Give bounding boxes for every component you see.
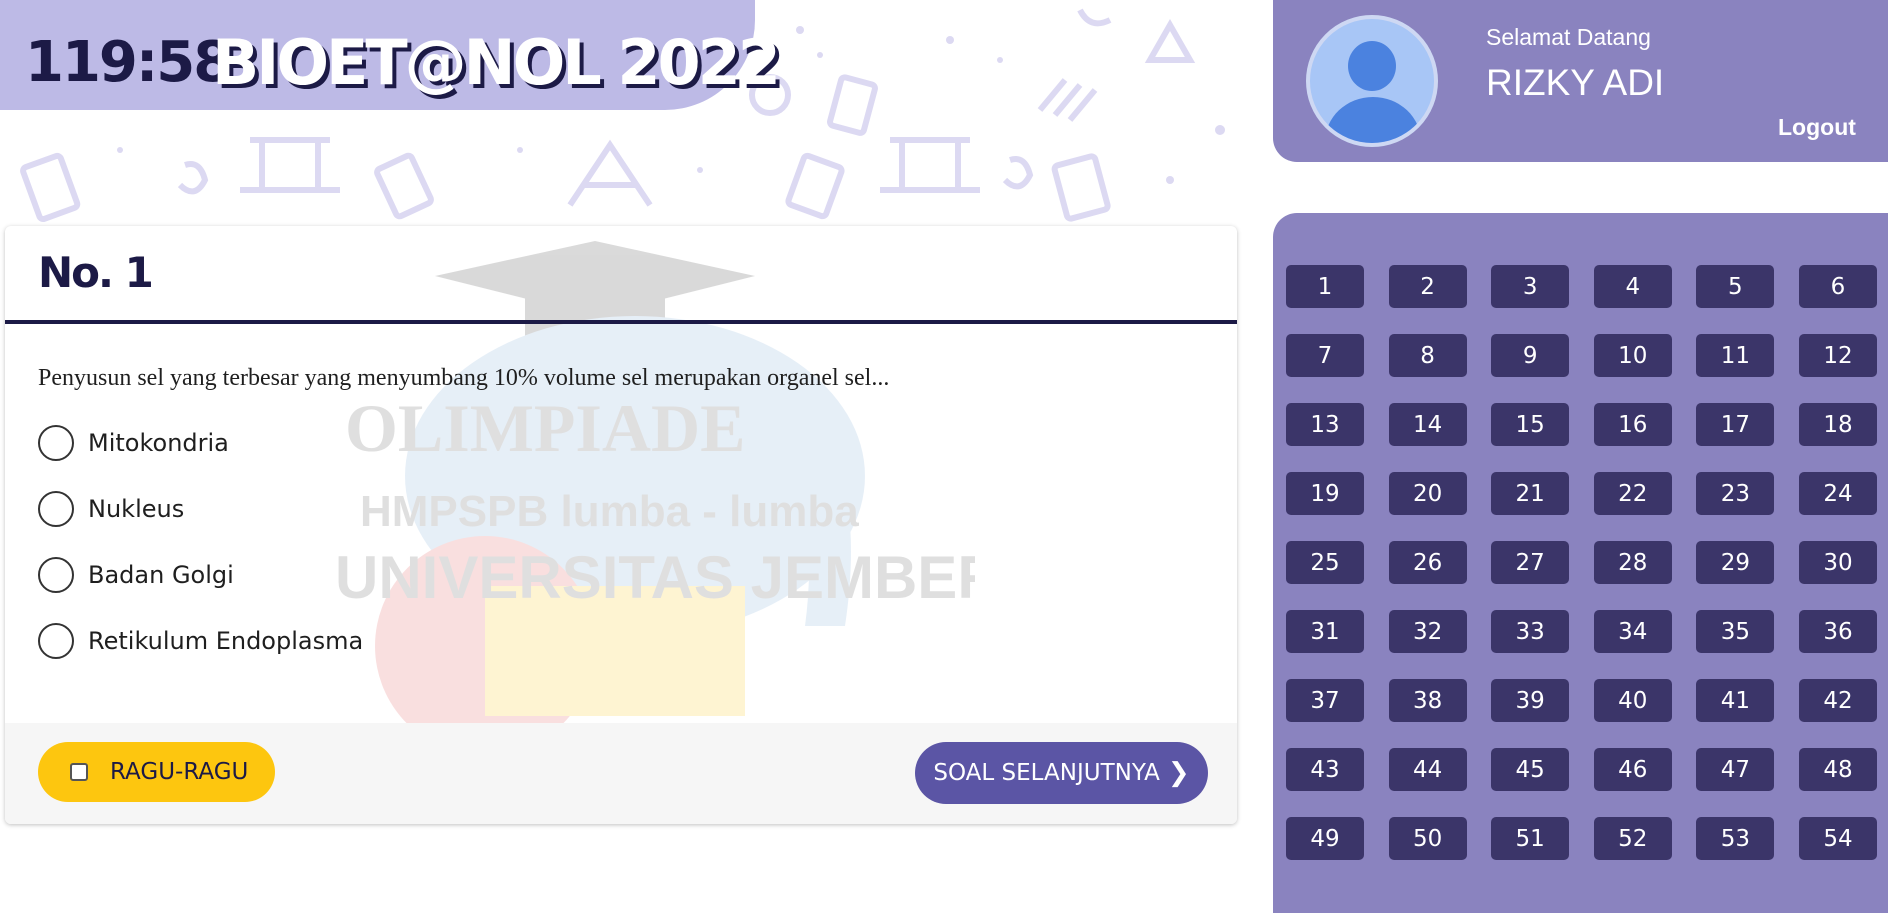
question-nav-button[interactable]: 12: [1798, 334, 1877, 377]
question-nav-button[interactable]: 20: [1388, 472, 1467, 515]
divider: [5, 320, 1237, 324]
countdown-timer: 119:58: [25, 30, 232, 95]
question-nav-button[interactable]: 17: [1696, 403, 1775, 446]
question-nav-button[interactable]: 39: [1491, 679, 1570, 722]
question-nav-button[interactable]: 11: [1696, 334, 1775, 377]
question-nav-button[interactable]: 3: [1491, 265, 1570, 308]
radio-button[interactable]: [38, 557, 74, 593]
question-nav-button[interactable]: 9: [1491, 334, 1570, 377]
question-nav-button[interactable]: 4: [1593, 265, 1672, 308]
question-nav-button[interactable]: 53: [1696, 817, 1775, 860]
question-nav-button[interactable]: 41: [1696, 679, 1775, 722]
answer-option-label: Nukleus: [88, 495, 185, 523]
question-nav-button[interactable]: 47: [1696, 748, 1775, 791]
question-nav-button[interactable]: 24: [1798, 472, 1877, 515]
question-navigation-panel: 1 2 3 4 5 6 7 8 9 10 11 12 13 14 15 16 17 18 19 20 21 22 23 24 2…: [1273, 213, 1888, 913]
question-nav-button[interactable]: 44: [1388, 748, 1467, 791]
question-nav-button[interactable]: 27: [1491, 541, 1570, 584]
greeting-text: Selamat Datang: [1486, 24, 1651, 50]
question-nav-button[interactable]: 37: [1286, 679, 1364, 722]
question-nav-button[interactable]: 31: [1286, 610, 1364, 653]
question-number-grid: 1 2 3 4 5 6 7 8 9 10 11 12 13 14 15 16 17 18 19 20 21 22 23 24 2…: [1286, 265, 1877, 860]
question-nav-button[interactable]: 15: [1491, 403, 1570, 446]
radio-button[interactable]: [38, 623, 74, 659]
radio-button[interactable]: [38, 491, 74, 527]
question-nav-button[interactable]: 32: [1388, 610, 1467, 653]
question-nav-button[interactable]: 19: [1286, 472, 1364, 515]
question-nav-button[interactable]: 29: [1696, 541, 1775, 584]
question-nav-button[interactable]: 38: [1388, 679, 1467, 722]
answer-option-label: Retikulum Endoplasma: [88, 627, 364, 655]
question-nav-button[interactable]: 30: [1798, 541, 1877, 584]
question-nav-button[interactable]: 49: [1286, 817, 1364, 860]
question-nav-button[interactable]: 23: [1696, 472, 1775, 515]
question-text: Penyusun sel yang terbesar yang menyumba…: [38, 365, 890, 391]
question-nav-button[interactable]: 6: [1798, 265, 1877, 308]
question-nav-button[interactable]: 52: [1593, 817, 1672, 860]
question-nav-button[interactable]: 35: [1696, 610, 1775, 653]
svg-text:UNIVERSITAS JEMBER: UNIVERSITAS JEMBER: [335, 544, 975, 611]
question-nav-button[interactable]: 8: [1388, 334, 1467, 377]
question-nav-button[interactable]: 2: [1388, 265, 1467, 308]
answer-option-3[interactable]: Badan Golgi: [38, 555, 234, 595]
answer-option-label: Badan Golgi: [88, 561, 234, 589]
user-name: RIZKY ADI: [1486, 62, 1665, 103]
question-nav-button[interactable]: 45: [1491, 748, 1570, 791]
question-nav-button[interactable]: 1: [1286, 265, 1364, 308]
question-nav-button[interactable]: 36: [1798, 610, 1877, 653]
question-nav-button[interactable]: 22: [1593, 472, 1672, 515]
question-nav-button[interactable]: 33: [1491, 610, 1570, 653]
next-question-label: SOAL SELANJUTNYA: [933, 760, 1160, 786]
chevron-right-icon: ❯: [1167, 758, 1190, 788]
answer-option-2[interactable]: Nukleus: [38, 489, 184, 529]
question-nav-button[interactable]: 50: [1388, 817, 1467, 860]
answer-option-1[interactable]: Mitokondria: [38, 423, 229, 463]
radio-button[interactable]: [38, 425, 74, 461]
question-nav-button[interactable]: 13: [1286, 403, 1364, 446]
question-nav-button[interactable]: 7: [1286, 334, 1364, 377]
question-number: No. 1: [38, 248, 154, 297]
question-nav-button[interactable]: 5: [1696, 265, 1775, 308]
question-nav-button[interactable]: 54: [1798, 817, 1877, 860]
answer-option-label: Mitokondria: [88, 429, 229, 457]
question-nav-button[interactable]: 26: [1388, 541, 1467, 584]
avatar-icon: [1306, 15, 1438, 147]
user-panel: Selamat Datang RIZKY ADI Logout: [1273, 0, 1888, 162]
card-footer: RAGU-RAGU SOAL SELANJUTNYA ❯: [5, 723, 1237, 824]
answer-option-4[interactable]: Retikulum Endoplasma: [38, 621, 363, 661]
question-nav-button[interactable]: 14: [1388, 403, 1467, 446]
question-nav-button[interactable]: 42: [1798, 679, 1877, 722]
logout-link[interactable]: Logout: [1778, 114, 1856, 141]
svg-text:OLIMPIADE: OLIMPIADE: [345, 390, 745, 466]
question-nav-button[interactable]: 48: [1798, 748, 1877, 791]
question-nav-button[interactable]: 25: [1286, 541, 1364, 584]
svg-text:HMPSPB lumba - lumba: HMPSPB lumba - lumba: [360, 487, 859, 536]
question-nav-button[interactable]: 40: [1593, 679, 1672, 722]
question-card: OLIMPIADE HMPSPB lumba - lumba UNIVERSIT…: [5, 226, 1237, 824]
next-question-button[interactable]: SOAL SELANJUTNYA ❯: [915, 742, 1208, 804]
question-nav-button[interactable]: 10: [1593, 334, 1672, 377]
ragu-ragu-button[interactable]: RAGU-RAGU: [38, 742, 275, 802]
question-nav-button[interactable]: 34: [1593, 610, 1672, 653]
question-nav-button[interactable]: 18: [1798, 403, 1877, 446]
question-nav-button[interactable]: 21: [1491, 472, 1570, 515]
question-nav-button[interactable]: 51: [1491, 817, 1570, 860]
site-title: BIOET@NOL 2022: [212, 26, 781, 99]
question-nav-button[interactable]: 16: [1593, 403, 1672, 446]
question-nav-button[interactable]: 28: [1593, 541, 1672, 584]
question-nav-button[interactable]: 46: [1593, 748, 1672, 791]
ragu-ragu-label: RAGU-RAGU: [110, 759, 249, 785]
question-nav-button[interactable]: 43: [1286, 748, 1364, 791]
ragu-checkbox[interactable]: [70, 763, 88, 781]
